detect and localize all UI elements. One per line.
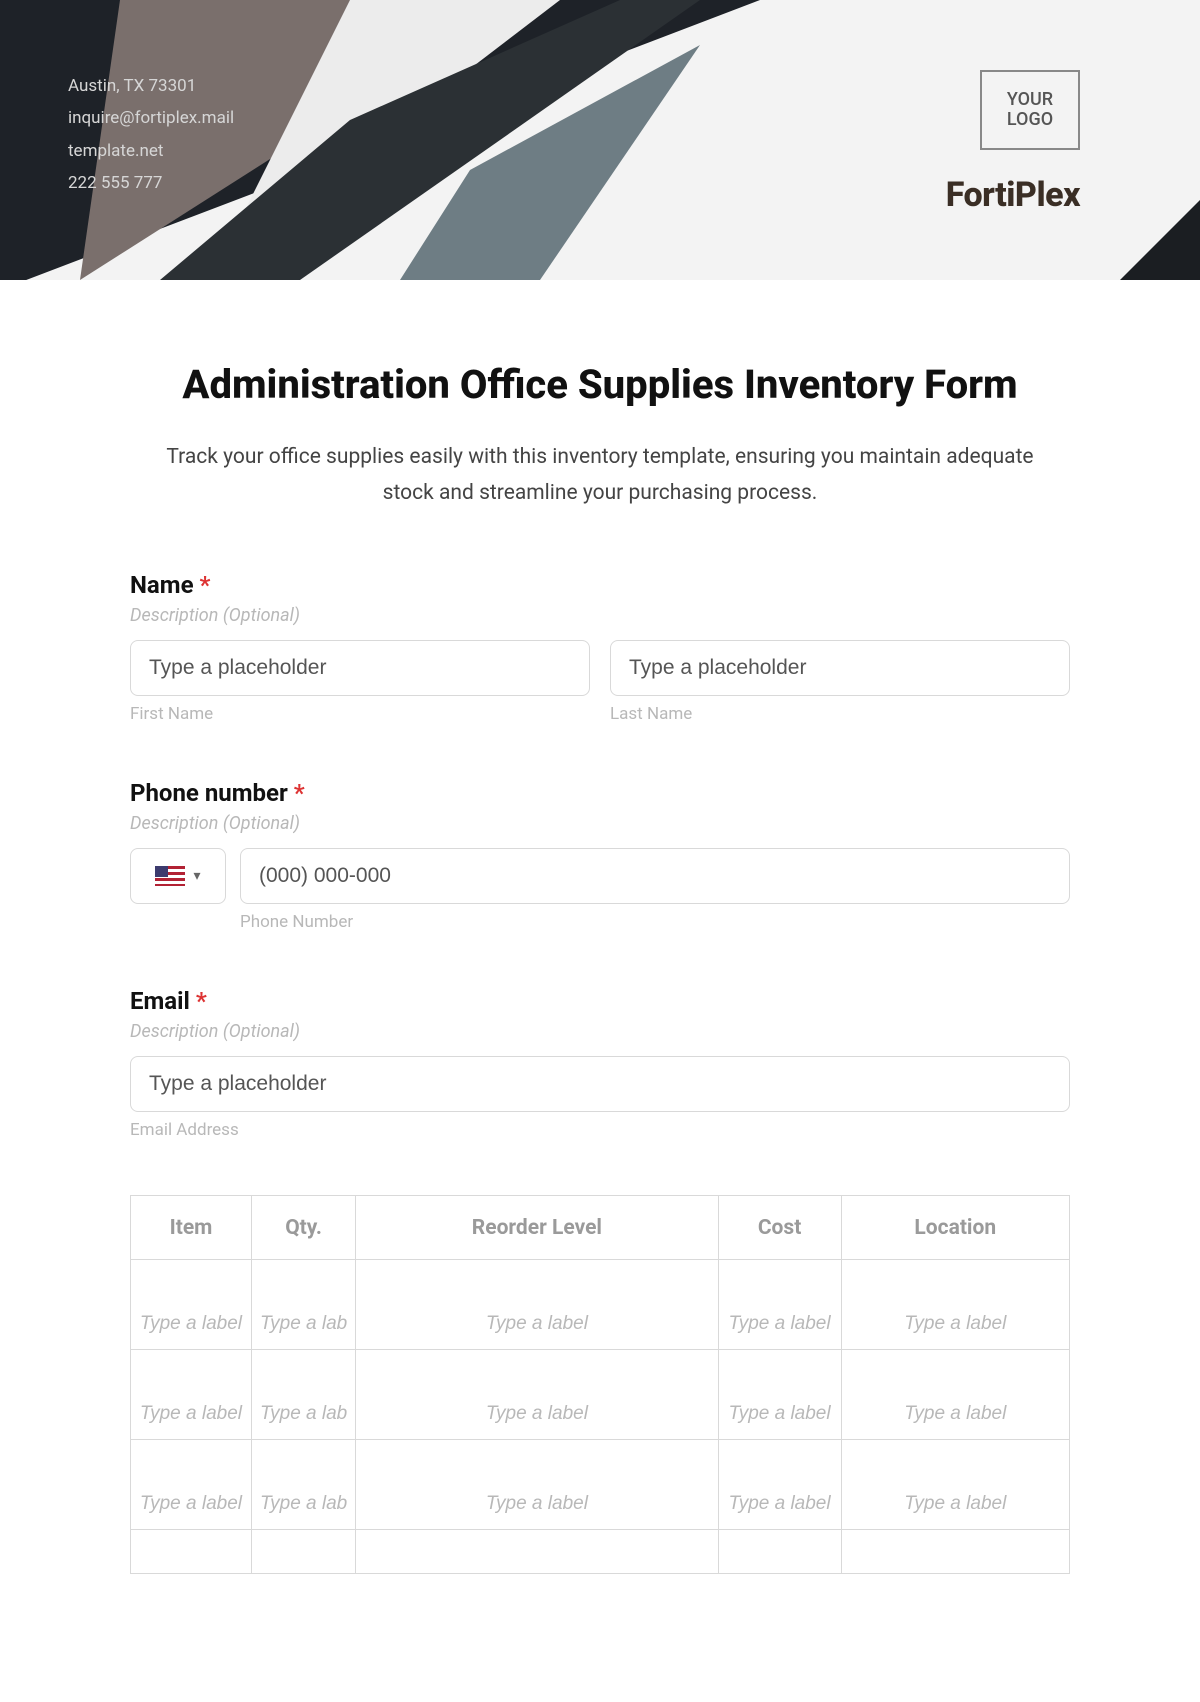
table-cell — [131, 1440, 252, 1530]
table-cell — [356, 1260, 718, 1350]
brand-name: FortiPlex — [946, 175, 1080, 215]
last-name-input[interactable] — [610, 640, 1070, 696]
name-label-text: Name — [130, 571, 194, 599]
name-desc: Description (Optional) — [130, 605, 1070, 626]
table-cell — [718, 1530, 841, 1574]
first-name-sublabel: First Name — [130, 704, 590, 724]
table-cell — [251, 1350, 355, 1440]
table-cell-input[interactable] — [842, 1493, 1069, 1529]
email-label-text: Email — [130, 987, 190, 1015]
table-cell-input[interactable] — [842, 1313, 1069, 1349]
required-mark: * — [196, 987, 207, 1015]
name-label: Name * — [130, 571, 1070, 599]
phone-label: Phone number * — [130, 779, 1070, 807]
table-cell — [841, 1350, 1069, 1440]
contact-phone: 222 555 777 — [68, 167, 234, 199]
table-cell-input[interactable] — [719, 1313, 841, 1349]
table-cell-input[interactable] — [252, 1493, 355, 1529]
table-cell — [718, 1440, 841, 1530]
required-mark: * — [200, 571, 211, 599]
table-cell-input[interactable] — [131, 1493, 251, 1529]
us-flag-icon — [155, 866, 185, 886]
table-cell-input[interactable] — [719, 1493, 841, 1529]
chevron-down-icon: ▾ — [193, 868, 200, 884]
form-title: Administration Office Supplies Inventory… — [130, 360, 1070, 410]
th-qty: Qty. — [251, 1196, 355, 1260]
phone-number-input[interactable] — [240, 848, 1070, 904]
table-cell-input[interactable] — [252, 1403, 355, 1439]
table-cell — [356, 1530, 718, 1574]
email-sublabel: Email Address — [130, 1120, 1070, 1140]
table-cell — [356, 1440, 718, 1530]
email-field-group: Email * Description (Optional) Email Add… — [130, 987, 1070, 1140]
page: Austin, TX 73301 inquire@fortiplex.mail … — [0, 0, 1200, 1702]
country-code-select[interactable]: ▾ — [130, 848, 226, 904]
phone-label-text: Phone number — [130, 779, 288, 807]
th-cost: Cost — [718, 1196, 841, 1260]
inventory-table: Item Qty. Reorder Level Cost Location — [130, 1195, 1070, 1574]
last-name-sublabel: Last Name — [610, 704, 1070, 724]
table-cell-input[interactable] — [719, 1403, 841, 1439]
table-cell-input[interactable] — [131, 1313, 251, 1349]
contact-email: inquire@fortiplex.mail — [68, 102, 234, 134]
table-cell-input[interactable] — [356, 1403, 717, 1439]
first-name-input[interactable] — [130, 640, 590, 696]
phone-sublabel: Phone Number — [240, 912, 1070, 932]
th-reorder: Reorder Level — [356, 1196, 718, 1260]
table-cell — [356, 1350, 718, 1440]
logo-text: YOUR LOGO — [982, 90, 1078, 130]
contact-website: template.net — [68, 135, 234, 167]
logo-placeholder: YOUR LOGO — [980, 70, 1080, 150]
table-cell — [841, 1440, 1069, 1530]
table-cell-input[interactable] — [131, 1403, 251, 1439]
table-cell — [841, 1530, 1069, 1574]
table-cell — [718, 1350, 841, 1440]
email-input[interactable] — [130, 1056, 1070, 1112]
form-content: Administration Office Supplies Inventory… — [0, 280, 1200, 1574]
table-cell-input[interactable] — [252, 1313, 355, 1349]
table-row — [131, 1260, 1070, 1350]
email-label: Email * — [130, 987, 1070, 1015]
phone-desc: Description (Optional) — [130, 813, 1070, 834]
table-cell-input[interactable] — [356, 1313, 717, 1349]
table-cell — [131, 1260, 252, 1350]
table-row — [131, 1530, 1070, 1574]
required-mark: * — [294, 779, 305, 807]
th-location: Location — [841, 1196, 1069, 1260]
table-header-row: Item Qty. Reorder Level Cost Location — [131, 1196, 1070, 1260]
th-item: Item — [131, 1196, 252, 1260]
table-cell — [251, 1530, 355, 1574]
table-cell — [131, 1530, 252, 1574]
contact-info: Austin, TX 73301 inquire@fortiplex.mail … — [68, 70, 234, 199]
table-cell — [251, 1440, 355, 1530]
table-row — [131, 1440, 1070, 1530]
phone-field-group: Phone number * Description (Optional) ▾ … — [130, 779, 1070, 932]
table-cell — [251, 1260, 355, 1350]
header-banner: Austin, TX 73301 inquire@fortiplex.mail … — [0, 0, 1200, 280]
name-field-group: Name * Description (Optional) First Name… — [130, 571, 1070, 724]
email-desc: Description (Optional) — [130, 1021, 1070, 1042]
table-cell-input[interactable] — [356, 1493, 717, 1529]
contact-address: Austin, TX 73301 — [68, 70, 234, 102]
table-row — [131, 1350, 1070, 1440]
form-subtitle: Track your office supplies easily with t… — [130, 440, 1070, 511]
table-cell — [841, 1260, 1069, 1350]
table-cell — [718, 1260, 841, 1350]
table-cell-input[interactable] — [842, 1403, 1069, 1439]
table-cell — [131, 1350, 252, 1440]
